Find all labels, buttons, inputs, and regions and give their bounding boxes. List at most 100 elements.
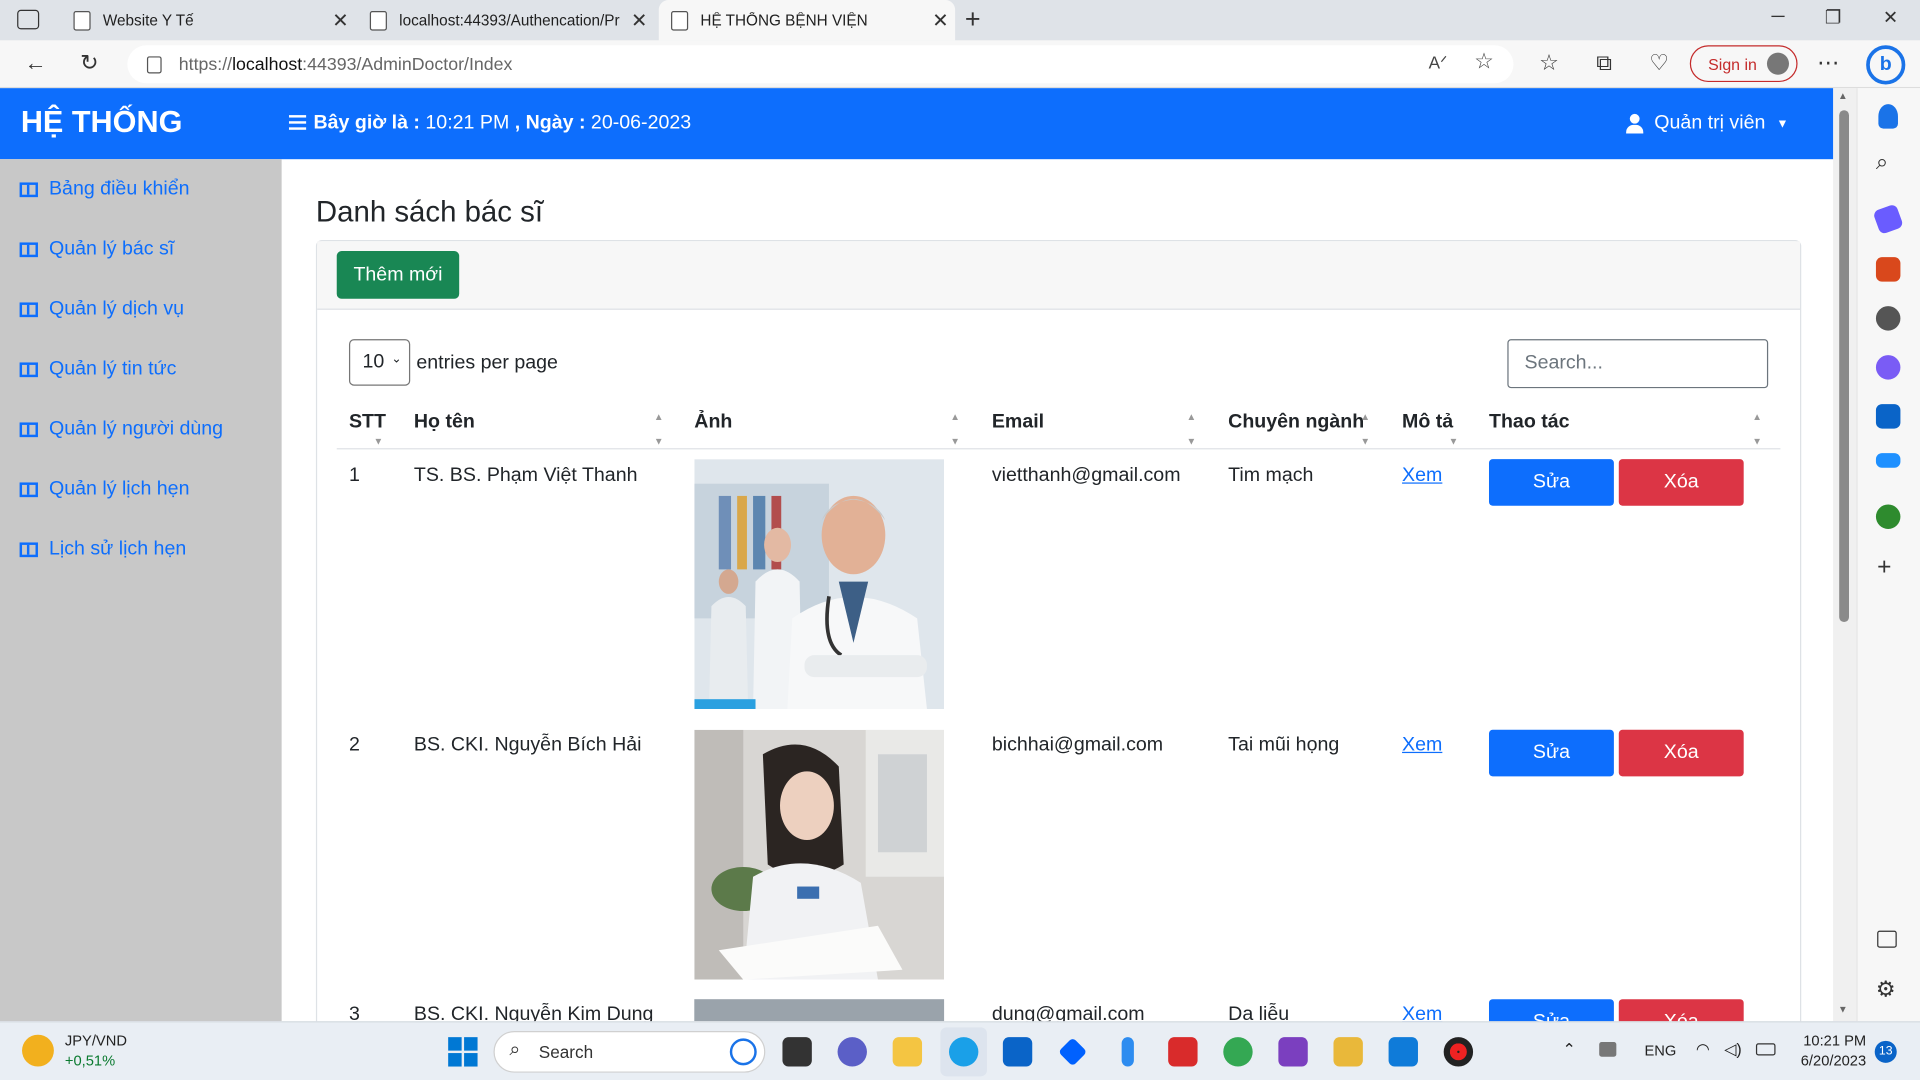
tag-icon[interactable]: [1872, 203, 1904, 235]
notification-badge[interactable]: 13: [1874, 1040, 1897, 1063]
language-indicator[interactable]: ENG: [1645, 1042, 1677, 1059]
dropbox-icon[interactable]: [1058, 1037, 1088, 1067]
edge-icon[interactable]: [948, 1037, 979, 1067]
entries-per-page-select[interactable]: 10 ⌄: [348, 339, 411, 386]
wps-icon[interactable]: [1168, 1037, 1198, 1067]
view-description-link[interactable]: Xem: [1402, 465, 1442, 487]
flash-icon[interactable]: [1121, 1037, 1134, 1067]
windows-start-icon[interactable]: [448, 1037, 478, 1067]
toolbox-icon[interactable]: [1875, 257, 1901, 282]
tree-icon[interactable]: [1875, 504, 1901, 529]
taskbar-search[interactable]: ⌕ Search: [493, 1031, 766, 1073]
url-field[interactable]: https://localhost:44393/AdminDoctor/Inde…: [127, 45, 1514, 84]
favorites-icon[interactable]: ☆: [1531, 50, 1568, 76]
paint-icon[interactable]: [1333, 1037, 1363, 1067]
games-icon[interactable]: [1875, 306, 1901, 331]
sign-in-button[interactable]: Sign in: [1689, 45, 1798, 83]
column-header-actions[interactable]: Thao tác: [1489, 411, 1570, 433]
table-icon: [19, 482, 38, 498]
tab-authencation[interactable]: localhost:44393/Authencation/Pr ✕: [358, 0, 654, 40]
add-panel-icon[interactable]: +: [1877, 553, 1891, 581]
column-header-photo[interactable]: Ảnh: [694, 411, 732, 433]
edit-button[interactable]: Sửa: [1488, 459, 1614, 506]
record-icon[interactable]: [1443, 1037, 1474, 1067]
delete-button[interactable]: Xóa: [1618, 459, 1744, 506]
send-icon[interactable]: [1875, 453, 1901, 468]
search-input[interactable]: [1507, 339, 1769, 389]
taskbar-clock-date[interactable]: 6/20/2023: [1795, 1052, 1866, 1069]
sidebar-item-news[interactable]: Quản lý tin tức: [19, 359, 177, 381]
add-new-button[interactable]: Thêm mới: [336, 251, 460, 299]
file-explorer-icon[interactable]: [892, 1037, 923, 1067]
minimize-icon[interactable]: ─: [1753, 6, 1802, 27]
wifi-icon[interactable]: ◠: [1696, 1040, 1710, 1060]
ticker-symbol[interactable]: JPY/VND: [65, 1032, 127, 1049]
vscode-icon[interactable]: [1388, 1037, 1418, 1067]
sidebar-item-appointment-history[interactable]: Lịch sử lịch hẹn: [19, 539, 187, 561]
chrome-icon[interactable]: [1223, 1037, 1253, 1067]
scroll-down-icon[interactable]: ▼: [1838, 1004, 1848, 1015]
sort-icon[interactable]: ▲ ▼: [654, 411, 664, 448]
sidebar-item-users[interactable]: Quản lý người dùng: [19, 419, 223, 441]
window-close-icon[interactable]: ✕: [1866, 6, 1915, 28]
close-icon[interactable]: ✕: [926, 8, 955, 32]
read-aloud-icon[interactable]: Aᐟ: [1429, 53, 1448, 74]
sidebar-item-appointments[interactable]: Quản lý lịch hẹn: [19, 479, 190, 501]
store-icon[interactable]: [1002, 1037, 1033, 1067]
close-icon[interactable]: ✕: [624, 8, 653, 32]
brand-logo[interactable]: HỆ THỐNG: [21, 105, 183, 141]
sort-icon[interactable]: ▼: [1449, 411, 1459, 448]
edit-button[interactable]: Sửa: [1488, 729, 1614, 777]
column-header-name[interactable]: Họ tên: [414, 411, 475, 433]
chevron-up-icon[interactable]: ⌃: [1562, 1040, 1575, 1060]
outlook-icon[interactable]: [1875, 404, 1901, 429]
sort-icon[interactable]: ▼: [373, 411, 383, 448]
tab-actions-icon[interactable]: [17, 9, 40, 30]
bell-icon[interactable]: [1878, 104, 1898, 129]
browser-essentials-icon[interactable]: ♡: [1641, 50, 1678, 76]
sidebar-item-dashboard[interactable]: Bảng điều khiển: [19, 179, 190, 201]
restore-icon[interactable]: ❐: [1809, 6, 1858, 28]
visual-studio-icon[interactable]: [1278, 1037, 1308, 1067]
volume-icon[interactable]: ◁): [1724, 1040, 1742, 1060]
close-icon[interactable]: ✕: [326, 8, 355, 32]
page-scrollbar[interactable]: ▲ ▼: [1833, 88, 1857, 1022]
sort-icon[interactable]: ▲ ▼: [1360, 411, 1370, 448]
task-view-icon[interactable]: [782, 1037, 812, 1067]
tab-he-thong-benh-vien[interactable]: HỆ THỐNG BỆNH VIỆN ✕: [658, 0, 956, 41]
new-tab-icon[interactable]: +: [965, 4, 981, 36]
sidebar-item-services[interactable]: Quản lý dịch vụ: [19, 299, 184, 321]
lock-icon: [146, 55, 162, 73]
column-header-email[interactable]: Email: [992, 411, 1044, 433]
delete-button[interactable]: Xóa: [1618, 729, 1744, 777]
microsoft-365-icon[interactable]: [1875, 355, 1901, 380]
url-host: localhost: [232, 54, 303, 75]
coins-icon[interactable]: [22, 1034, 54, 1067]
battery-icon[interactable]: [1755, 1043, 1776, 1056]
bing-copilot-icon[interactable]: b: [1866, 45, 1906, 85]
sidebar-toggle-icon[interactable]: [1877, 930, 1897, 948]
taskbar-clock-time[interactable]: 10:21 PM: [1800, 1032, 1866, 1049]
scroll-up-icon[interactable]: ▲: [1838, 91, 1848, 102]
scroll-thumb[interactable]: [1839, 110, 1849, 623]
collections-icon[interactable]: ⧉: [1586, 50, 1623, 76]
search-icon[interactable]: ⌕: [1876, 149, 1888, 175]
back-icon[interactable]: ←: [17, 50, 54, 76]
column-header-description[interactable]: Mô tả: [1402, 411, 1453, 433]
sort-icon[interactable]: ▲ ▼: [950, 411, 960, 448]
onedrive-icon[interactable]: [1599, 1042, 1617, 1057]
view-description-link[interactable]: Xem: [1402, 735, 1442, 757]
sort-icon[interactable]: ▲ ▼: [1187, 411, 1197, 448]
user-menu[interactable]: Quản trị viên ▼: [1626, 113, 1789, 135]
favorite-star-icon[interactable]: ☆: [1474, 49, 1494, 75]
column-header-specialty[interactable]: Chuyên ngành: [1228, 411, 1364, 433]
sort-icon[interactable]: ▲ ▼: [1752, 411, 1762, 448]
sidebar-item-doctors[interactable]: Quản lý bác sĩ: [19, 239, 175, 261]
menu-icon[interactable]: [288, 115, 307, 130]
teams-icon[interactable]: [837, 1037, 867, 1067]
tab-title: localhost:44393/Authencation/Pr: [399, 11, 620, 29]
settings-gear-icon[interactable]: ⚙: [1876, 977, 1896, 1003]
more-options-icon[interactable]: ⋯: [1810, 50, 1847, 76]
tab-website-y-te[interactable]: Website Y Tế ✕: [61, 0, 355, 40]
refresh-icon[interactable]: ↻: [71, 50, 108, 76]
